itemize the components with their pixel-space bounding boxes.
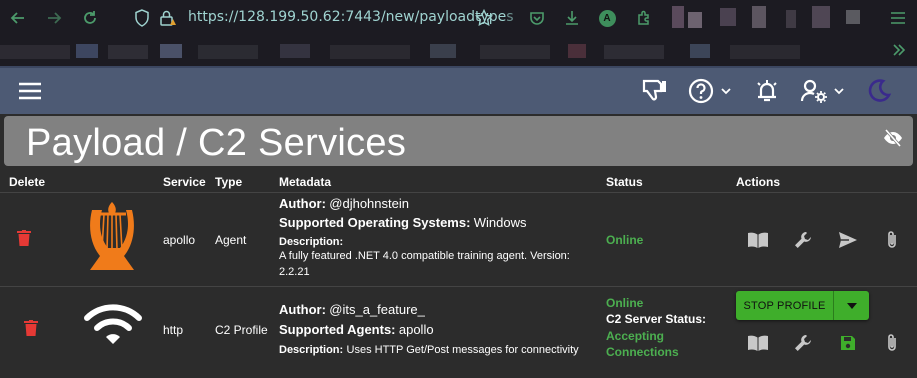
status-block: Online C2 Server Status: Accepting Conne… [606,296,726,361]
column-header-delete[interactable]: Delete [9,175,45,189]
blurred-extension-icon [672,6,684,28]
user-settings-icon[interactable] [800,76,846,106]
url-trailing: s [506,9,514,25]
blurred-extension-icon [786,10,796,28]
reload-icon[interactable] [80,8,100,28]
row-divider [0,286,917,287]
documentation-book-icon[interactable] [747,332,769,354]
blurred-bookmark [430,44,456,58]
more-bookmarks-icon[interactable] [892,43,906,62]
header-divider [0,192,917,193]
browser-toolbar: https://128.199.50.62:7443/new/payloadty… [0,0,917,36]
blurred-bookmark [160,44,182,58]
alarm-bell-icon[interactable] [752,76,782,106]
address-bar[interactable]: https://128.199.50.62:7443/new/payloadty… [188,9,514,25]
blurred-bookmark [108,45,148,59]
supported-agents-label: Supported Agents: [279,322,396,337]
eye-off-icon[interactable] [883,128,903,153]
description-text: Uses HTTP Get/Post messages for connecti… [346,344,579,356]
back-icon[interactable] [8,8,28,28]
description-label: Description: [279,344,344,356]
supported-agents-value: apollo [398,322,434,337]
column-header-type[interactable]: Type [215,175,242,189]
wifi-icon [84,302,142,348]
author-value: @its_a_feature_ [329,302,425,317]
blurred-bookmark [76,44,98,58]
author-label: Author: [279,302,326,317]
apollo-logo-icon [78,200,146,272]
menu-icon[interactable] [888,8,908,28]
supported-os-label: Supported Operating Systems: [279,215,471,230]
wrench-icon[interactable] [792,332,814,354]
description-text: A fully featured .NET 4.0 compatible tra… [279,250,570,262]
blurred-bookmark [690,44,710,58]
url-text: https://128.199.50.62:7443/new/payloadty… [188,9,507,25]
column-header-service[interactable]: Service [163,175,206,189]
help-icon[interactable] [688,76,732,106]
service-name: apollo [163,233,196,247]
description-version: 2.2.21 [279,266,310,278]
paperclip-icon[interactable] [881,229,903,251]
column-header-metadata[interactable]: Metadata [279,175,331,189]
server-status-value-line2: Connections [606,345,679,359]
download-icon[interactable] [562,8,582,28]
dropdown-arrow-icon[interactable] [834,302,869,309]
shield-icon[interactable] [132,8,152,28]
profile-letter: A [598,9,616,27]
server-status-value-line1: Accepting [606,329,665,343]
delete-icon[interactable] [24,320,38,336]
blurred-bookmark [568,44,586,58]
supported-os-value: Windows [473,215,527,230]
author-value: @djhohnstein [329,196,409,211]
bookmark-star-icon[interactable] [474,8,494,28]
documentation-book-icon[interactable] [747,229,769,251]
description-label: Description: [279,236,344,248]
page-title-bar: Payload / C2 Services [4,116,913,166]
thumbs-down-feedback-icon[interactable] [640,76,670,106]
delete-icon[interactable] [17,230,31,246]
blurred-bookmark [198,45,258,59]
blurred-bookmark [480,45,550,59]
app-header [0,66,917,114]
wrench-icon[interactable] [792,229,814,251]
blurred-bookmark [280,44,310,58]
column-header-status[interactable]: Status [606,175,643,189]
blurred-extension-icon [752,6,766,28]
blurred-extension-icon [688,12,702,28]
lock-warning-icon[interactable] [158,8,178,28]
paperclip-icon[interactable] [881,332,903,354]
pocket-icon[interactable] [527,8,547,28]
blurred-bookmark [0,45,70,59]
status-badge: Online [606,233,644,247]
blurred-bookmark [604,45,664,59]
save-icon[interactable] [837,332,859,354]
stop-profile-label: STOP PROFILE [743,299,826,312]
profile-avatar[interactable]: A [597,8,617,28]
send-icon[interactable] [837,229,859,251]
status-badge: Online [606,296,644,310]
service-type: Agent [215,233,247,247]
author-label: Author: [279,196,326,211]
blurred-extension-icon [720,8,736,26]
service-name: http [163,323,184,337]
server-status-label: C2 Server Status: [606,312,707,326]
bookmarks-bar [0,36,917,66]
blurred-bookmark [330,45,410,59]
extensions-icon[interactable] [634,8,654,28]
metadata-block: Author: @its_a_feature_ Supported Agents… [279,302,604,360]
forward-icon[interactable] [44,8,64,28]
page-title: Payload / C2 Services [26,122,407,164]
column-header-actions[interactable]: Actions [736,175,780,189]
dark-mode-moon-icon[interactable] [866,76,892,106]
blurred-bookmark [730,45,800,59]
metadata-block: Author: @djhohnstein Supported Operating… [279,196,599,282]
blurred-extension-icon [846,10,860,24]
hamburger-menu-icon[interactable] [18,76,42,106]
service-type: C2 Profile [215,323,268,337]
blurred-extension-icon [812,6,830,28]
stop-profile-button[interactable]: STOP PROFILE [736,291,869,320]
